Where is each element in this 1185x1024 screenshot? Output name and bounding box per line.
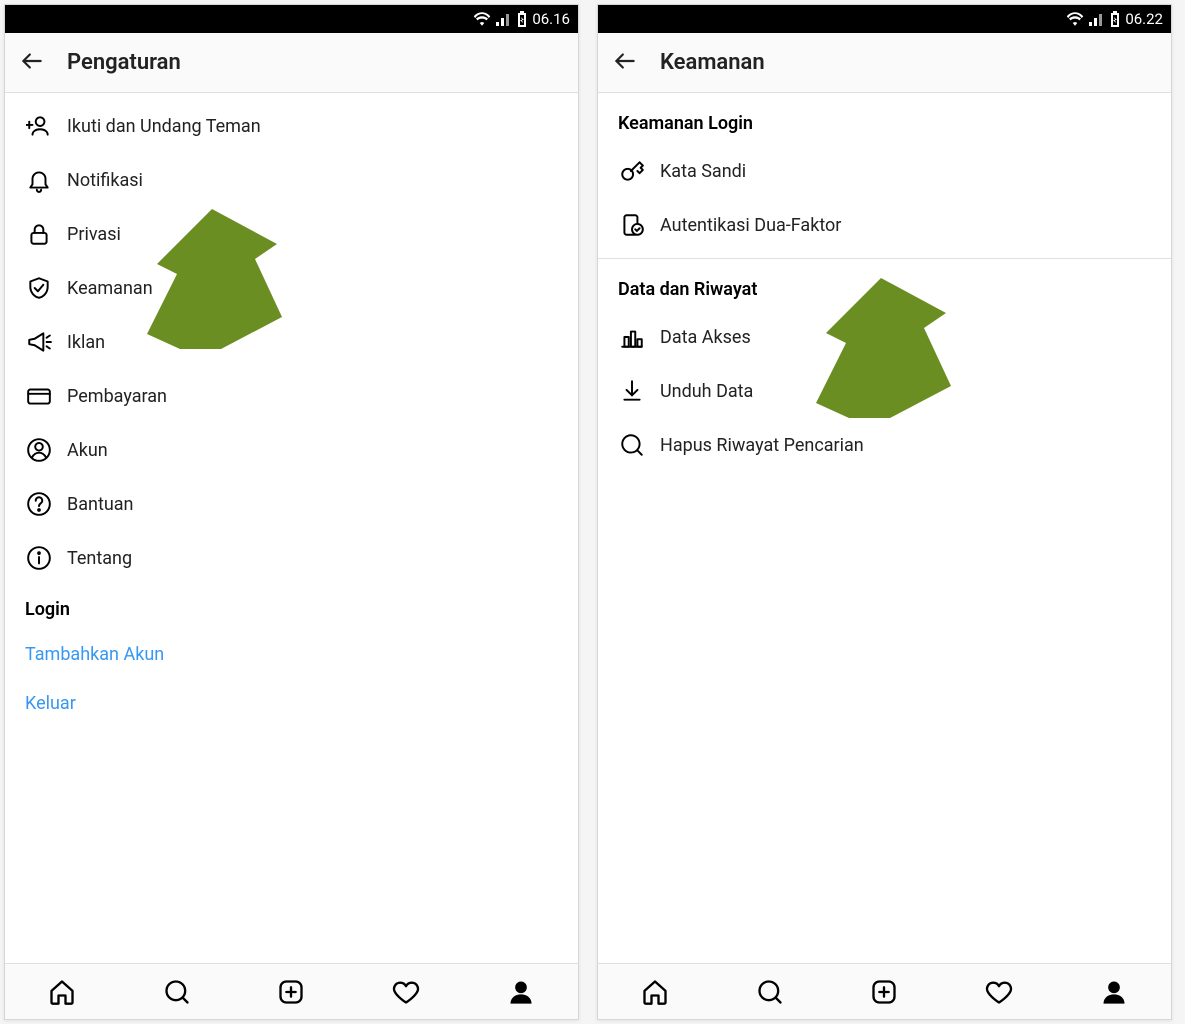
key-icon: [618, 157, 646, 185]
menu-payments[interactable]: Pembayaran: [5, 369, 578, 423]
person-icon: [25, 436, 53, 464]
nav-add[interactable]: [234, 964, 349, 1019]
twofa-icon: [618, 211, 646, 239]
menu-ads[interactable]: Iklan: [5, 315, 578, 369]
lock-icon: [25, 220, 53, 248]
signal-icon: [1089, 12, 1105, 26]
menu-password[interactable]: Kata Sandi: [598, 144, 1171, 198]
wifi-icon: [473, 12, 491, 26]
back-icon[interactable]: [612, 48, 638, 78]
menu-label: Data Akses: [660, 327, 751, 348]
info-icon: [25, 544, 53, 572]
menu-label: Akun: [67, 440, 108, 461]
menu-invite[interactable]: Ikuti dan Undang Teman: [5, 99, 578, 153]
nav-home[interactable]: [598, 964, 713, 1019]
menu-notifications[interactable]: Notifikasi: [5, 153, 578, 207]
menu-security[interactable]: Keamanan: [5, 261, 578, 315]
menu-label: Bantuan: [67, 494, 134, 515]
status-time: 06.16: [532, 10, 570, 28]
shield-icon: [25, 274, 53, 302]
menu-account[interactable]: Akun: [5, 423, 578, 477]
menu-label: Tentang: [67, 548, 132, 569]
menu-privacy[interactable]: Privasi: [5, 207, 578, 261]
menu-label: Privasi: [67, 224, 121, 245]
link-logout[interactable]: Keluar: [5, 679, 578, 728]
nav-add[interactable]: [827, 964, 942, 1019]
nav-activity[interactable]: [942, 964, 1057, 1019]
wifi-icon: [1066, 12, 1084, 26]
content-area: Ikuti dan Undang Teman Notifikasi Privas…: [5, 93, 578, 963]
status-bar: 06.16: [5, 5, 578, 33]
menu-label: Autentikasi Dua-Faktor: [660, 215, 841, 236]
menu-clear-search[interactable]: Hapus Riwayat Pencarian: [598, 418, 1171, 472]
app-bar: Pengaturan: [5, 33, 578, 93]
menu-2fa[interactable]: Autentikasi Dua-Faktor: [598, 198, 1171, 252]
nav-profile[interactable]: [463, 964, 578, 1019]
download-icon: [618, 377, 646, 405]
section-login-security: Keamanan Login: [598, 99, 1171, 144]
menu-label: Hapus Riwayat Pencarian: [660, 435, 864, 456]
signal-icon: [496, 12, 512, 26]
menu-download-data[interactable]: Unduh Data: [598, 364, 1171, 418]
divider: [598, 258, 1171, 259]
bottom-nav: [598, 963, 1171, 1019]
help-icon: [25, 490, 53, 518]
menu-help[interactable]: Bantuan: [5, 477, 578, 531]
phone-right: 06.22 Keamanan Keamanan Login Kata Sandi…: [597, 4, 1172, 1020]
menu-label: Kata Sandi: [660, 161, 746, 182]
search-icon: [618, 431, 646, 459]
menu-label: Keamanan: [67, 278, 153, 299]
menu-label: Ikuti dan Undang Teman: [67, 116, 261, 137]
app-bar: Keamanan: [598, 33, 1171, 93]
content-area: Keamanan Login Kata Sandi Autentikasi Du…: [598, 93, 1171, 963]
page-title: Keamanan: [660, 50, 765, 75]
menu-label: Iklan: [67, 332, 105, 353]
menu-data-access[interactable]: Data Akses: [598, 310, 1171, 364]
section-login: Login: [5, 585, 578, 630]
link-add-account[interactable]: Tambahkan Akun: [5, 630, 578, 679]
status-bar: 06.22: [598, 5, 1171, 33]
nav-profile[interactable]: [1056, 964, 1171, 1019]
page-title: Pengaturan: [67, 50, 181, 75]
nav-search[interactable]: [120, 964, 235, 1019]
status-time: 06.22: [1125, 10, 1163, 28]
nav-home[interactable]: [5, 964, 120, 1019]
menu-label: Notifikasi: [67, 170, 143, 191]
nav-search[interactable]: [713, 964, 828, 1019]
nav-activity[interactable]: [349, 964, 464, 1019]
bottom-nav: [5, 963, 578, 1019]
battery-icon: [517, 11, 527, 27]
chart-icon: [618, 323, 646, 351]
menu-label: Pembayaran: [67, 386, 167, 407]
bell-icon: [25, 166, 53, 194]
section-data-history: Data dan Riwayat: [598, 265, 1171, 310]
card-icon: [25, 382, 53, 410]
menu-label: Unduh Data: [660, 381, 753, 402]
battery-icon: [1110, 11, 1120, 27]
phone-left: 06.16 Pengaturan Ikuti dan Undang Teman …: [4, 4, 579, 1020]
invite-icon: [25, 112, 53, 140]
megaphone-icon: [25, 328, 53, 356]
menu-about[interactable]: Tentang: [5, 531, 578, 585]
back-icon[interactable]: [19, 48, 45, 78]
